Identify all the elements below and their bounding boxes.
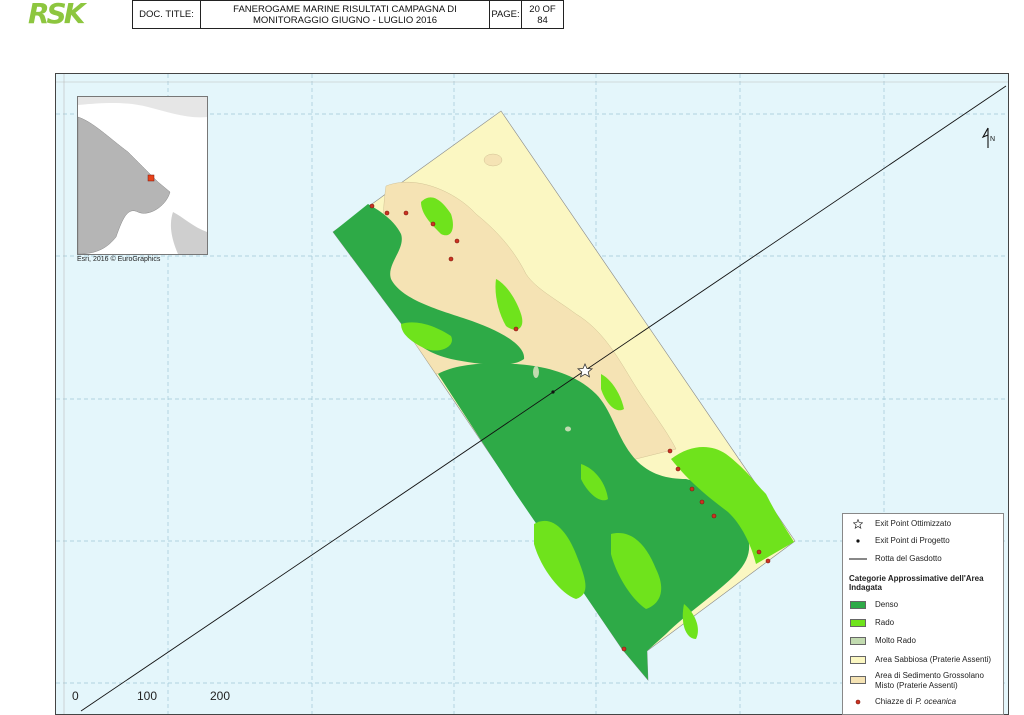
patch-dot-icon [849,698,867,706]
page-label-cell: PAGE: [489,0,522,29]
legend-item-chiazze: Chiazze di P. oceanica [849,697,956,706]
star-icon [849,518,867,529]
legend-item-grossolano: Area di Sedimento Grossolano Misto (Prat… [849,671,984,691]
rsk-logo: RSK [28,0,85,30]
legend-item-sabbiosa: Area Sabbiosa (Praterie Assenti) [849,655,991,664]
dot-icon [849,537,867,545]
legend-item-exit-ottimizzato: Exit Point Ottimizzato [849,518,951,529]
legend-categories-title: Categorie Approssimative dell'Area Indag… [849,574,984,592]
page-label: PAGE: [491,9,520,20]
swatch-denso [850,600,866,609]
doc-title-line2: MONITORAGGIO GIUGNO - LUGLIO 2016 [252,14,438,26]
swatch-grossolano [850,676,866,684]
scale-tick-0: 0 [72,689,79,703]
scale-tick-100: 100 [137,689,158,703]
inset-credit: Esri, 2016 © EuroGraphics [77,256,161,263]
doc-title-cell: FANEROGAME MARINE RISULTATI CAMPAGNA DI … [200,0,490,29]
scale-tick-200: 200 [210,689,231,703]
very-sparse-meadow [533,366,539,378]
map-legend: Exit Point Ottimizzato Exit Point di Pro… [842,513,1004,715]
legend-item-rado: Rado [849,618,894,627]
exit-point-project [551,390,555,394]
line-icon [849,555,867,563]
inset-map [77,96,208,255]
legend-item-exit-progetto: Exit Point di Progetto [849,536,950,545]
legend-item-denso: Denso [849,600,898,609]
legend-item-molto-rado: Molto Rado [849,636,916,645]
page-number-cell: 20 OF 84 [521,0,564,29]
doc-title-label-cell: DOC. TITLE: [132,0,201,29]
swatch-rado [850,618,866,627]
doc-title-label: DOC. TITLE: [139,9,194,20]
north-arrow-icon: N [980,127,996,149]
page-number-line2: 84 [537,14,548,26]
doc-title-line1: FANEROGAME MARINE RISULTATI CAMPAGNA DI [233,3,457,15]
legend-item-rotta: Rotta del Gasdotto [849,554,942,563]
page-number-line1: 20 OF [529,3,556,15]
swatch-molto-rado [850,636,866,645]
document-header: RSK DOC. TITLE: FANEROGAME MARINE RISULT… [0,0,564,29]
swatch-sabbiosa [850,655,866,664]
north-label: N [990,136,995,143]
